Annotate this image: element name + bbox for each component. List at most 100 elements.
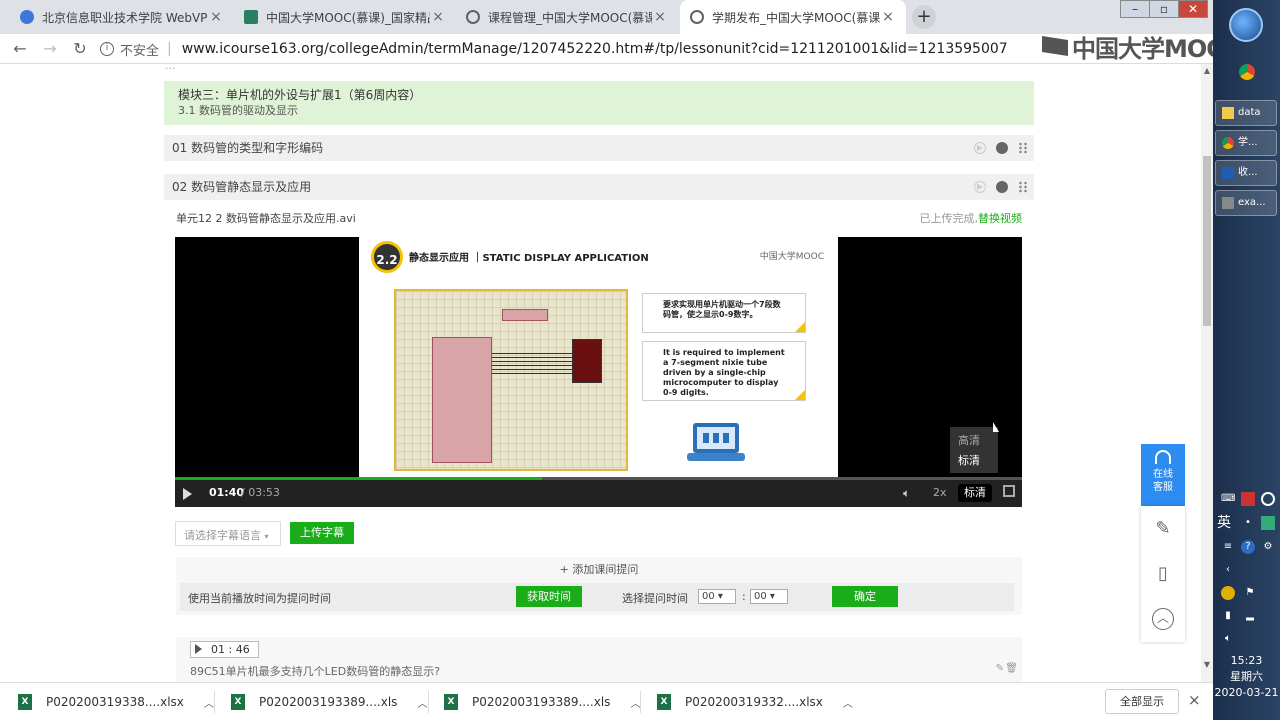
unit-row[interactable]: 01 数码管的类型和字形编码 ▶ xyxy=(164,135,1034,161)
power-icon[interactable]: ▮ xyxy=(1221,609,1235,623)
volume-icon[interactable]: 🔈︎ xyxy=(903,486,910,501)
blocked-icon[interactable] xyxy=(1261,492,1275,506)
play-icon[interactable] xyxy=(183,488,192,500)
taskbar-item[interactable]: exa... xyxy=(1215,190,1277,216)
taskbar-item[interactable]: 收... xyxy=(1215,160,1277,186)
quality-button[interactable]: 标清 xyxy=(958,484,992,502)
subtitle-language-select[interactable]: 请选择字幕语言 ▾ xyxy=(175,521,281,546)
folder-icon xyxy=(1222,107,1234,119)
browser-tab[interactable]: 中国大学MOOC(慕课)_国家精品 × xyxy=(234,0,456,34)
tab-close-icon[interactable]: × xyxy=(880,9,896,25)
upload-subtitle-button[interactable]: 上传字幕 xyxy=(290,522,354,544)
ime-language-icon[interactable]: 英 xyxy=(1217,516,1231,530)
play-circle-icon[interactable]: ▶ xyxy=(974,142,986,154)
subtitle-placeholder: 请选择字幕语言 xyxy=(184,529,261,542)
tool-tray-icon[interactable] xyxy=(1261,516,1275,530)
browser-tab-active[interactable]: 学期发布_中国大学MOOC(慕课) × xyxy=(680,0,906,34)
tablet-icon[interactable]: ▯ xyxy=(1141,551,1185,596)
drag-handle-icon[interactable] xyxy=(1018,181,1028,193)
restore-button[interactable]: ▫ xyxy=(1149,0,1179,18)
browser-tab[interactable]: 北京信息职业技术学院 WebVPN × xyxy=(10,0,234,34)
system-clock[interactable]: 15:23 星期六 2020-03-21 xyxy=(1213,653,1280,701)
close-window-button[interactable]: ✕ xyxy=(1178,0,1208,18)
browser-tab[interactable]: 课程管理_中国大学MOOC(慕课) × xyxy=(456,0,678,34)
info-icon[interactable]: i xyxy=(100,42,114,56)
chevron-up-icon[interactable]: ︿ xyxy=(843,695,853,710)
download-item[interactable]: X P020200319338....xlsx ︿ xyxy=(18,683,214,721)
quiz-item[interactable]: 01 : 46 89C51单片机最多支持几个LED数码管的静态显示? ✎ 🗑︎ xyxy=(176,637,1022,682)
network-icon[interactable]: ▂ xyxy=(1243,609,1257,623)
reload-icon[interactable]: ↻ xyxy=(70,39,90,59)
forward-arrow-icon[interactable]: → xyxy=(40,39,60,59)
drag-handle-icon[interactable] xyxy=(1018,142,1028,154)
download-item[interactable]: X P020200319332....xlsx ︿ xyxy=(657,683,853,721)
mcu-chip-shape xyxy=(432,337,492,463)
chevron-up-icon[interactable]: ︿ xyxy=(417,695,427,710)
chevron-up-icon[interactable]: ︿ xyxy=(204,695,214,710)
minute-select[interactable]: 00 ▾ xyxy=(698,589,736,604)
playback-rate-button[interactable]: 2x xyxy=(933,486,947,499)
replace-video-link[interactable]: 替换视频 xyxy=(978,212,1022,225)
taskbar-item[interactable]: 学... xyxy=(1215,130,1277,156)
back-to-top-button[interactable]: ︿ xyxy=(1141,596,1185,641)
quality-option-hd[interactable]: 高清 xyxy=(950,431,998,451)
scroll-up-icon[interactable]: ▲ xyxy=(1201,66,1213,75)
video-player[interactable]: 2.2 静态显示应用 ｜STATIC DISPLAY APPLICATION 中… xyxy=(175,237,1022,507)
second-select[interactable]: 00 ▾ xyxy=(750,589,788,604)
play-circle-icon[interactable]: ▶ xyxy=(974,181,986,193)
scroll-down-icon[interactable]: ▼ xyxy=(1201,660,1213,669)
show-all-downloads-button[interactable]: 全部显示 xyxy=(1105,689,1179,714)
online-help-button[interactable]: 在线客服 xyxy=(1141,444,1185,506)
get-time-button[interactable]: 获取时间 xyxy=(516,586,582,607)
browser-toolbar: ← → ↻ i 不安全 | www.icourse163.org/college… xyxy=(0,34,1213,64)
speaker-icon[interactable]: 🔈︎ xyxy=(1221,632,1235,646)
app-tray-icon[interactable] xyxy=(1241,492,1255,506)
select-time-label: 选择提问时间 xyxy=(622,592,688,605)
help-icon[interactable]: ? xyxy=(1241,540,1255,554)
tab-close-icon[interactable]: × xyxy=(430,9,446,25)
second-value: 00 xyxy=(754,591,767,602)
start-button[interactable] xyxy=(1229,8,1263,42)
divider xyxy=(640,691,641,713)
quality-option-sd[interactable]: 标清 xyxy=(950,451,998,471)
settings-icon[interactable]: ⚙︎ xyxy=(1261,540,1275,554)
tab-close-icon[interactable]: × xyxy=(652,9,668,25)
collapse-icon[interactable] xyxy=(996,181,1008,193)
online-help-label: 在线客服 xyxy=(1153,469,1173,493)
punctuation-icon[interactable]: • xyxy=(1241,516,1255,530)
slide-title: 静态显示应用 ｜STATIC DISPLAY APPLICATION xyxy=(409,253,649,264)
url-text[interactable]: www.icourse163.org/collegeAdmin/termMana… xyxy=(182,41,1008,57)
taskbar-item-label: 学... xyxy=(1238,137,1258,148)
back-arrow-icon[interactable]: ← xyxy=(10,39,30,59)
page-scrollbar[interactable]: ▲ ▼ xyxy=(1201,64,1213,682)
keyboard-icon[interactable]: ⌨︎ xyxy=(1221,492,1235,506)
chevron-up-icon[interactable]: ︿ xyxy=(630,695,640,710)
quiz-timestamp[interactable]: 01 : 46 xyxy=(190,641,259,658)
taskbar-item[interactable]: data xyxy=(1215,100,1277,126)
chrome-app-icon[interactable] xyxy=(1239,64,1255,80)
scrollbar-thumb[interactable] xyxy=(1203,156,1211,326)
new-tab-button[interactable]: + xyxy=(912,5,936,29)
tray-expand-icon[interactable]: ‹ xyxy=(1221,563,1235,577)
mouse-cursor-icon xyxy=(993,422,999,432)
security-tray-icon[interactable] xyxy=(1221,586,1235,600)
outlook-icon xyxy=(1222,167,1234,179)
fullscreen-icon[interactable] xyxy=(1003,485,1015,497)
pencil-icon[interactable]: ✎ xyxy=(1141,506,1185,551)
download-item[interactable]: X P0202003193389....xls ︿ xyxy=(444,683,640,721)
add-question-link[interactable]: + 添加课间提问 xyxy=(176,561,1022,577)
confirm-button[interactable]: 确定 xyxy=(832,586,898,607)
trash-icon[interactable]: 🗑︎ xyxy=(1005,663,1018,674)
collapse-icon[interactable] xyxy=(996,142,1008,154)
address-bar[interactable]: i 不安全 | www.icourse163.org/collegeAdmin/… xyxy=(100,36,1040,62)
browser-tab-strip: 北京信息职业技术学院 WebVPN × 中国大学MOOC(慕课)_国家精品 × … xyxy=(0,0,1213,34)
menu-icon[interactable]: ≡ xyxy=(1221,540,1235,554)
close-shelf-icon[interactable]: × xyxy=(1188,691,1201,709)
download-item[interactable]: X P0202003193389....xls ︿ xyxy=(231,683,427,721)
flag-icon[interactable]: ⚑ xyxy=(1243,586,1257,600)
unit-row[interactable]: 02 数码管静态显示及应用 ▶ xyxy=(164,174,1034,200)
tab-close-icon[interactable]: × xyxy=(208,9,224,25)
minimize-button[interactable]: – xyxy=(1120,0,1150,18)
edit-icon[interactable]: ✎ xyxy=(996,663,1004,674)
clock-time: 15:23 xyxy=(1230,654,1263,667)
